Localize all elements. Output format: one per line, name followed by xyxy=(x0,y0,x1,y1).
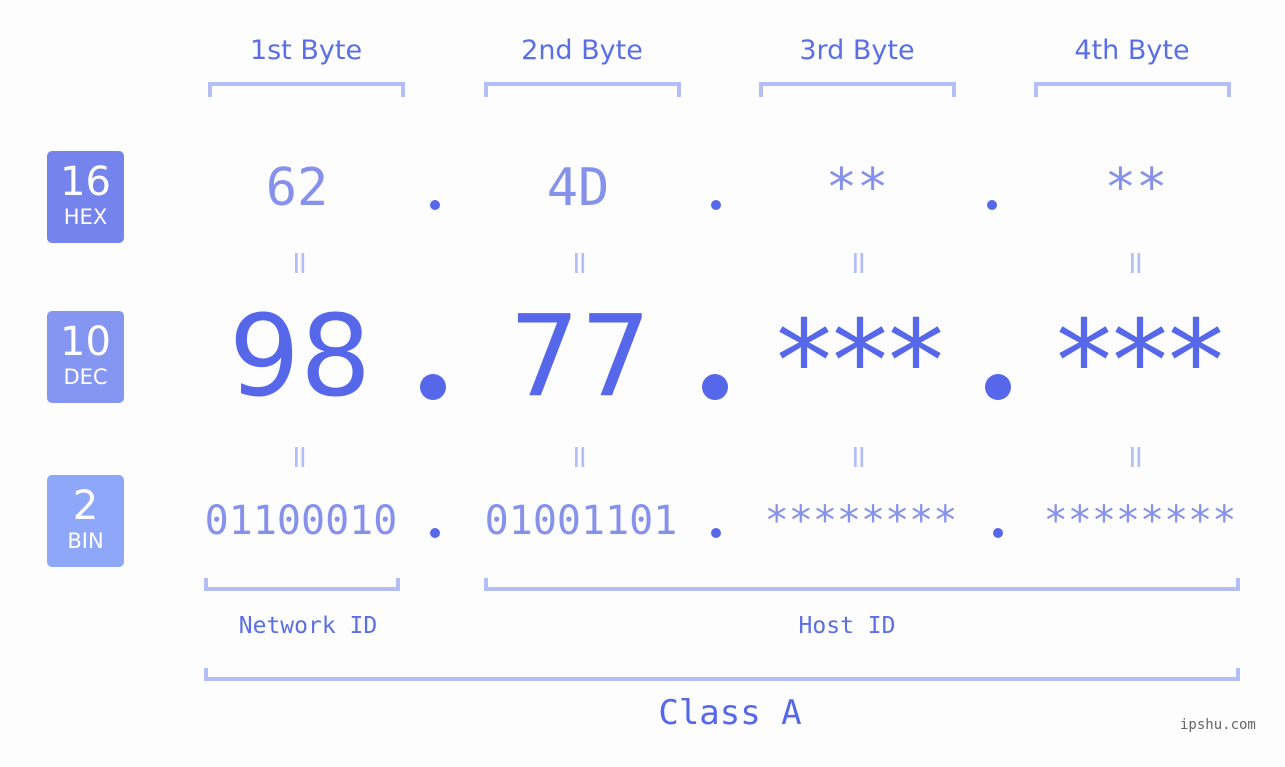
host-id-label: Host ID xyxy=(798,613,896,639)
equals-icon: = xyxy=(281,249,319,277)
byte-header-4: 4th Byte xyxy=(1074,35,1190,66)
host-id-bracket xyxy=(484,578,1240,591)
hex-byte-2: 4D xyxy=(546,158,610,218)
byte-header-3: 3rd Byte xyxy=(799,35,915,66)
hex-dot-1 xyxy=(430,200,440,210)
class-label: Class A xyxy=(658,693,802,733)
bin-base-number: 2 xyxy=(72,483,99,529)
dec-byte-4: *** xyxy=(1056,297,1224,427)
bin-byte-1: 01100010 xyxy=(204,498,398,544)
equals-icon: = xyxy=(561,249,599,277)
hex-dot-3 xyxy=(987,200,997,210)
equals-icon: = xyxy=(1117,443,1155,471)
bin-badge: 2 BIN xyxy=(47,475,124,567)
class-bracket xyxy=(204,668,1240,681)
byte-header-1: 1st Byte xyxy=(249,35,363,66)
bin-base-label: BIN xyxy=(67,529,104,553)
dec-dot-2 xyxy=(702,374,728,400)
byte-bracket-1 xyxy=(208,82,405,97)
bin-dot-3 xyxy=(993,528,1003,538)
bin-dot-1 xyxy=(430,528,440,538)
dec-byte-3: *** xyxy=(776,297,944,427)
dec-dot-1 xyxy=(420,374,446,400)
dec-dot-3 xyxy=(985,374,1011,400)
watermark: ipshu.com xyxy=(1180,717,1256,733)
hex-badge: 16 HEX xyxy=(47,151,124,243)
equals-icon: = xyxy=(1117,249,1155,277)
dec-base-number: 10 xyxy=(60,319,111,365)
hex-base-number: 16 xyxy=(60,159,111,205)
byte-header-2: 2nd Byte xyxy=(521,35,643,66)
bin-byte-2: 01001101 xyxy=(484,498,678,544)
hex-base-label: HEX xyxy=(63,205,108,229)
hex-dot-2 xyxy=(711,200,721,210)
network-id-label: Network ID xyxy=(238,613,378,639)
byte-bracket-4 xyxy=(1034,82,1231,97)
byte-bracket-3 xyxy=(759,82,956,97)
dec-byte-1: 98 xyxy=(228,292,372,422)
equals-icon: = xyxy=(840,249,878,277)
dec-byte-2: 77 xyxy=(508,292,652,422)
bin-byte-3: ******** xyxy=(764,498,958,544)
network-id-bracket xyxy=(204,578,400,591)
bin-dot-2 xyxy=(711,528,721,538)
bin-byte-4: ******** xyxy=(1043,498,1237,544)
equals-icon: = xyxy=(840,443,878,471)
dec-base-label: DEC xyxy=(63,365,108,389)
hex-byte-4: ** xyxy=(1104,158,1168,218)
hex-byte-1: 62 xyxy=(265,158,329,218)
equals-icon: = xyxy=(281,443,319,471)
hex-byte-3: ** xyxy=(825,158,889,218)
dec-badge: 10 DEC xyxy=(47,311,124,403)
byte-bracket-2 xyxy=(484,82,681,97)
equals-icon: = xyxy=(561,443,599,471)
